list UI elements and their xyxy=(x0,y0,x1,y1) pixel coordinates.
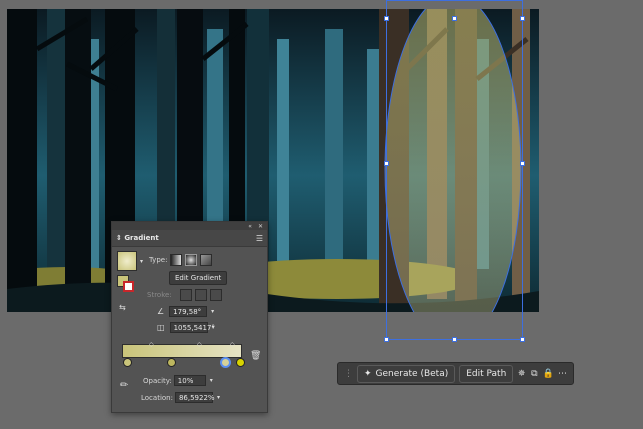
gradient-midpoint-marker[interactable]: ◇ xyxy=(197,341,202,348)
selection-handle[interactable] xyxy=(384,337,389,342)
stroke-gradient-along-button[interactable] xyxy=(194,289,207,301)
location-label: Location: xyxy=(141,393,173,402)
selection-bounding-box[interactable] xyxy=(384,0,525,342)
opacity-input[interactable]: 10% xyxy=(173,375,206,386)
gradient-panel: « ✕ ⇕ Gradient ☰ ▾ Type: Edit Gradient S… xyxy=(111,221,268,413)
chevron-down-icon[interactable]: ▾ xyxy=(217,394,220,401)
eyedropper-icon[interactable]: ✏ xyxy=(120,380,128,391)
selection-handle[interactable] xyxy=(384,16,389,21)
chevron-down-icon[interactable]: ▾ xyxy=(211,308,214,315)
edit-path-button[interactable]: Edit Path xyxy=(459,364,514,383)
panel-title: Gradient xyxy=(124,234,159,242)
panel-titlebar[interactable]: « ✕ xyxy=(112,222,267,230)
stroke-swatch[interactable] xyxy=(123,281,134,292)
selection-handle[interactable] xyxy=(452,16,457,21)
gradient-slider-bar[interactable] xyxy=(122,344,242,358)
aspect-ratio-input[interactable]: 1055,5417° xyxy=(169,322,215,333)
chevron-down-icon[interactable]: ▾ xyxy=(140,258,143,265)
panel-tab-bar: ⇕ Gradient ☰ xyxy=(112,230,267,247)
stroke-label: Stroke: xyxy=(147,291,172,299)
selection-handle[interactable] xyxy=(520,16,525,21)
double-chevron-icon[interactable]: « xyxy=(248,223,252,230)
close-icon[interactable]: ✕ xyxy=(258,223,263,230)
radial-gradient-button[interactable] xyxy=(185,254,198,266)
selection-handle[interactable] xyxy=(384,161,389,166)
edit-gradient-button[interactable]: Edit Gradient xyxy=(169,271,228,285)
stroke-gradient-within-button[interactable] xyxy=(179,289,192,301)
gradient-midpoint-marker[interactable]: ◇ xyxy=(149,341,154,348)
chevron-down-icon[interactable]: ▾ xyxy=(212,324,215,331)
angle-icon: ∠ xyxy=(157,307,165,316)
gradient-stop[interactable] xyxy=(167,358,176,367)
recolor-icon[interactable]: ✵ xyxy=(517,369,526,379)
chevron-down-icon[interactable]: ▾ xyxy=(210,377,213,384)
gradient-midpoint-marker[interactable]: ◇ xyxy=(230,341,235,348)
selection-handle[interactable] xyxy=(520,161,525,166)
selection-handle[interactable] xyxy=(452,337,457,342)
reverse-gradient-icon[interactable]: ⇆ xyxy=(119,303,126,312)
angle-input[interactable]: 179,58° xyxy=(169,306,208,317)
lock-icon[interactable]: 🔒 xyxy=(543,369,554,379)
gradient-stop[interactable] xyxy=(123,358,132,367)
duplicate-icon[interactable]: ⧉ xyxy=(530,369,539,379)
generate-sparkle-icon: ✦ xyxy=(364,368,372,379)
opacity-label: Opacity: xyxy=(143,376,172,385)
aspect-ratio-icon: ◫ xyxy=(157,323,165,332)
gradient-swatch[interactable] xyxy=(117,251,137,271)
trash-icon[interactable]: 🗑 xyxy=(250,351,261,361)
more-options-icon[interactable]: ⋯ xyxy=(558,369,567,379)
generate-label: Generate (Beta) xyxy=(375,368,449,379)
linear-gradient-button[interactable] xyxy=(170,254,183,266)
hamburger-icon[interactable]: ☰ xyxy=(256,234,263,243)
type-label: Type: xyxy=(149,256,168,264)
selection-handle[interactable] xyxy=(520,337,525,342)
contextual-task-bar: ⋮ ✦ Generate (Beta) Edit Path ✵ ⧉ 🔒 ⋯ xyxy=(337,362,574,385)
location-input[interactable]: 86,5922% xyxy=(174,392,215,403)
freeform-gradient-button[interactable] xyxy=(200,254,213,266)
stroke-gradient-across-button[interactable] xyxy=(209,289,222,301)
gradient-stop[interactable] xyxy=(236,358,245,367)
tab-gradient[interactable]: ⇕ Gradient xyxy=(116,234,159,242)
generate-button[interactable]: ✦ Generate (Beta) xyxy=(357,364,456,383)
gradient-stop-selected[interactable] xyxy=(220,357,231,368)
drag-handle-icon[interactable]: ⋮ xyxy=(344,369,353,379)
